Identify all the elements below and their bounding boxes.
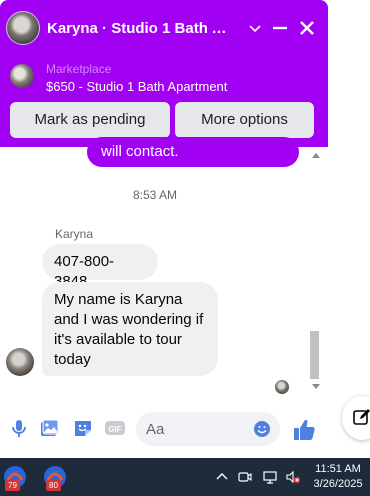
chat-title[interactable]: Karyna · Studio 1 Bath Apartment bbox=[47, 18, 237, 40]
product-name: $650 - Studio 1 Bath Apartment bbox=[46, 79, 228, 94]
marketplace-label: Marketplace bbox=[46, 62, 112, 76]
product-thumbnail bbox=[10, 64, 34, 88]
minimize-icon[interactable] bbox=[268, 16, 292, 40]
incoming-message-text[interactable]: My name is Karyna and I was wondering if… bbox=[42, 282, 218, 376]
outgoing-message-text: will contact. bbox=[101, 143, 179, 160]
system-clock[interactable]: 11:51 AM 3/26/2025 bbox=[306, 462, 370, 492]
thumbs-up-icon[interactable] bbox=[291, 417, 317, 443]
windows-taskbar: 79 80 11:51 AM 3/26/2025 bbox=[0, 458, 370, 496]
contact-avatar[interactable] bbox=[6, 11, 40, 45]
network-icon[interactable] bbox=[262, 469, 278, 485]
title-row: Karyna · Studio 1 Bath Apartment bbox=[0, 6, 328, 50]
chat-header: Karyna · Studio 1 Bath Apartment Marketp… bbox=[0, 0, 328, 147]
scrollbar[interactable] bbox=[309, 148, 323, 396]
more-options-button[interactable]: More options bbox=[175, 102, 314, 138]
meet-now-icon[interactable] bbox=[237, 469, 253, 485]
scrollbar-thumb[interactable] bbox=[310, 331, 319, 379]
sticker-icon[interactable] bbox=[72, 417, 94, 439]
emoji-icon[interactable] bbox=[253, 420, 271, 438]
seen-indicator-avatar bbox=[275, 380, 289, 394]
marketplace-product-row[interactable]: Marketplace $650 - Studio 1 Bath Apartme… bbox=[0, 56, 328, 96]
mark-as-pending-button[interactable]: Mark as pending bbox=[10, 102, 170, 138]
clock-date: 3/26/2025 bbox=[313, 478, 363, 490]
microphone-icon[interactable] bbox=[8, 417, 30, 439]
notification-badge: 80 bbox=[46, 480, 61, 491]
new-message-button[interactable] bbox=[342, 396, 370, 440]
compose-icon bbox=[353, 409, 370, 425]
chevron-down-icon[interactable] bbox=[243, 16, 267, 40]
composer-bar: GIF bbox=[0, 404, 328, 456]
close-icon[interactable] bbox=[295, 16, 319, 40]
message-timestamp: 8:53 AM bbox=[132, 188, 178, 202]
incoming-message-phone[interactable]: 407-800-3848 bbox=[42, 244, 158, 290]
gif-icon[interactable]: GIF bbox=[104, 417, 126, 439]
sender-name: Karyna bbox=[55, 227, 94, 241]
messenger-chat-window: Karyna · Studio 1 Bath Apartment Marketp… bbox=[0, 0, 328, 458]
outgoing-message-bubble: will contact. bbox=[87, 137, 299, 167]
scroll-up-arrow-icon[interactable] bbox=[312, 153, 320, 158]
notification-badge: 79 bbox=[5, 480, 20, 491]
sender-avatar bbox=[6, 348, 34, 376]
scroll-down-arrow-icon[interactable] bbox=[312, 384, 320, 389]
volume-muted-icon[interactable] bbox=[285, 469, 301, 485]
svg-text:GIF: GIF bbox=[108, 425, 121, 434]
chevron-up-icon[interactable] bbox=[214, 469, 230, 485]
clock-time: 11:51 AM bbox=[315, 463, 361, 475]
photo-icon[interactable] bbox=[38, 417, 60, 439]
